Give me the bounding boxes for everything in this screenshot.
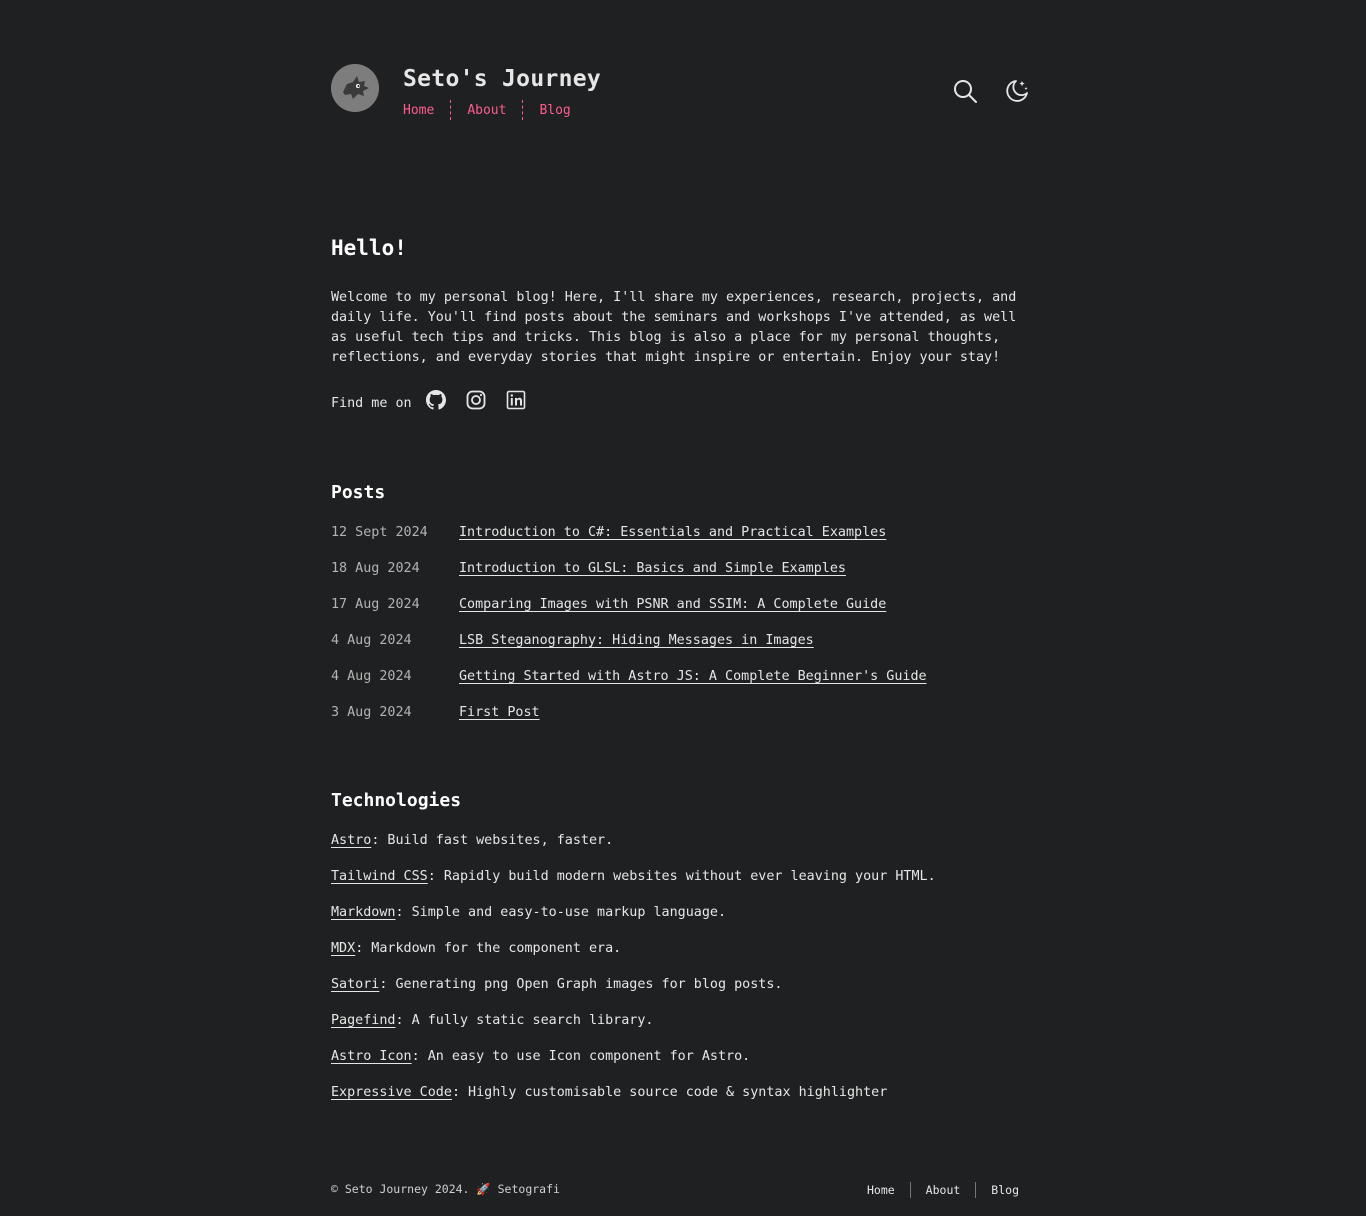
technologies-list: Astro: Build fast websites, faster. Tail… — [331, 831, 936, 1119]
search-icon — [954, 80, 977, 103]
linkedin-link[interactable] — [506, 390, 526, 410]
technology-link[interactable]: MDX — [331, 941, 355, 956]
post-date: 4 Aug 2024 — [331, 669, 412, 684]
post-link[interactable]: Getting Started with Astro JS: A Complet… — [459, 667, 927, 703]
intro-text: Welcome to my personal blog! Here, I'll … — [331, 290, 1017, 365]
post-item: 12 Sept 2024 Introduction to C#: Essenti… — [331, 523, 927, 559]
technology-description: : Simple and easy-to-use markup language… — [395, 905, 727, 920]
technology-item: Astro Icon: An easy to use Icon componen… — [331, 1047, 936, 1083]
technology-description: : A fully static search library. — [395, 1013, 654, 1028]
social-links: Find me on — [331, 388, 546, 411]
posts-heading: Posts — [331, 482, 386, 503]
post-date: 18 Aug 2024 — [331, 561, 420, 576]
github-link[interactable] — [425, 389, 446, 410]
post-link[interactable]: First Post — [459, 703, 540, 739]
technology-description: : Generating png Open Graph images for b… — [379, 977, 783, 992]
post-item: 4 Aug 2024 Getting Started with Astro JS… — [331, 667, 927, 703]
theme-toggle-button[interactable] — [1004, 78, 1030, 104]
nav-about-link[interactable]: About — [467, 103, 506, 118]
instagram-icon — [466, 390, 486, 409]
technology-link[interactable]: Tailwind CSS — [331, 869, 428, 884]
technology-description: : An easy to use Icon component for Astr… — [411, 1049, 751, 1064]
technology-description: : Highly customisable source code & synt… — [451, 1085, 888, 1100]
footer-about-link[interactable]: About — [926, 1183, 961, 1197]
technology-item: Tailwind CSS: Rapidly build modern websi… — [331, 867, 936, 903]
post-link[interactable]: Introduction to C#: Essentials and Pract… — [459, 523, 886, 559]
technology-item: Satori: Generating png Open Graph images… — [331, 975, 936, 1011]
copyright-text: © Seto Journey 2024. 🚀 Setografi — [331, 1182, 560, 1196]
avatar-image — [331, 64, 379, 112]
github-icon — [425, 389, 446, 410]
technology-item: Pagefind: A fully static search library. — [331, 1011, 936, 1047]
post-date: 3 Aug 2024 — [331, 705, 412, 720]
avatar[interactable] — [331, 64, 379, 112]
post-item: 4 Aug 2024 LSB Steganography: Hiding Mes… — [331, 631, 927, 667]
technology-item: MDX: Markdown for the component era. — [331, 939, 936, 975]
post-item: 3 Aug 2024 First Post — [331, 703, 927, 739]
posts-list: 12 Sept 2024 Introduction to C#: Essenti… — [331, 523, 927, 739]
post-item: 18 Aug 2024 Introduction to GLSL: Basics… — [331, 559, 927, 595]
nav-home-link[interactable]: Home — [403, 103, 434, 118]
instagram-link[interactable] — [466, 390, 486, 410]
moon-icon — [1006, 80, 1028, 102]
technology-description: : Rapidly build modern websites without … — [427, 869, 936, 884]
post-link[interactable]: Introduction to GLSL: Basics and Simple … — [459, 559, 846, 595]
technology-link[interactable]: Astro Icon — [331, 1049, 412, 1064]
find-me-label: Find me on — [331, 396, 412, 411]
post-link[interactable]: Comparing Images with PSNR and SSIM: A C… — [459, 595, 886, 631]
linkedin-icon — [506, 390, 525, 409]
technology-item: Expressive Code: Highly customisable sou… — [331, 1083, 936, 1119]
footer-blog-link[interactable]: Blog — [991, 1183, 1019, 1197]
footer-nav: Home About Blog — [867, 1182, 1019, 1198]
nav-separator — [522, 100, 524, 120]
technology-link[interactable]: Astro — [331, 833, 371, 848]
main-nav: Home About Blog — [403, 100, 571, 120]
technology-link[interactable]: Markdown — [331, 905, 396, 920]
technology-description: : Build fast websites, faster. — [371, 833, 614, 848]
post-date: 12 Sept 2024 — [331, 525, 428, 540]
intro-heading: Hello! — [331, 236, 407, 260]
technology-item: Markdown: Simple and easy-to-use markup … — [331, 903, 936, 939]
technology-description: : Markdown for the component era. — [355, 941, 622, 956]
footer-home-link[interactable]: Home — [867, 1183, 895, 1197]
nav-blog-link[interactable]: Blog — [539, 103, 570, 118]
post-item: 17 Aug 2024 Comparing Images with PSNR a… — [331, 595, 927, 631]
search-button[interactable] — [952, 78, 978, 104]
post-date: 4 Aug 2024 — [331, 633, 412, 648]
technologies-heading: Technologies — [331, 790, 462, 811]
site-header: Seto's Journey Home About Blog — [331, 64, 1035, 120]
footer-separator — [975, 1182, 977, 1198]
site-title[interactable]: Seto's Journey — [403, 66, 601, 92]
post-date: 17 Aug 2024 — [331, 597, 420, 612]
technology-link[interactable]: Satori — [331, 977, 379, 992]
footer-separator — [909, 1182, 911, 1198]
technology-link[interactable]: Expressive Code — [331, 1085, 452, 1100]
post-link[interactable]: LSB Steganography: Hiding Messages in Im… — [459, 631, 814, 667]
technology-link[interactable]: Pagefind — [331, 1013, 396, 1028]
technology-item: Astro: Build fast websites, faster. — [331, 831, 936, 867]
nav-separator — [450, 100, 452, 120]
